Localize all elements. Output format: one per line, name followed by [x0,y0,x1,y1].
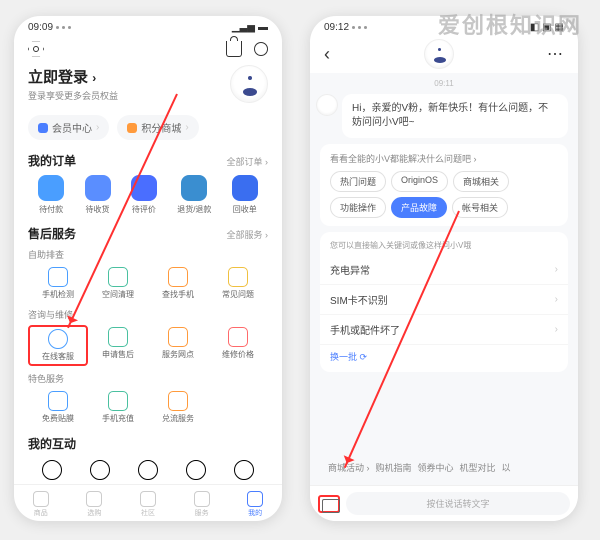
orders-more[interactable]: 全部订单 › [227,155,269,168]
login-row[interactable]: 立即登录 › 登录享受更多会员权益 [14,63,282,111]
section-title: 我的订单 [28,152,76,169]
bchip-compare[interactable]: 机型对比 [460,461,496,474]
bchip-coupon[interactable]: 领券中心 [418,461,454,474]
data-service[interactable]: 兑流服务 [148,389,208,426]
tab-service[interactable]: 服务 [194,491,210,518]
chip-hot[interactable]: 热门问题 [330,171,386,192]
order-recycle[interactable]: 回收单 [232,175,258,215]
message-icon[interactable] [254,42,268,56]
keyboard-icon[interactable] [318,495,340,513]
greeting-bubble: Hi，亲爱的V粉，新年快乐！有什么问题，不妨问问小V吧~ [342,94,568,138]
faq[interactable]: 常见问题 [208,265,268,302]
faq-card: 您可以直接输入关键词或像这样问小V哦 充电异常› SIM卡不识别› 手机或配件坏… [320,232,568,372]
repair-price[interactable]: 维修价格 [208,325,268,366]
member-center-pill[interactable]: 会员中心 › [28,115,109,140]
faq-sim[interactable]: SIM卡不识别› [320,285,568,315]
interact-icon-1[interactable] [42,460,62,480]
tab-shop[interactable]: 选购 [86,491,102,518]
phone-pair: 09:09 ▁▃▅ ▬ 立即登录 › 登录享受更多会员权益 [0,0,600,537]
bchip-more[interactable]: 以 [502,461,511,474]
tab-mine[interactable]: 我的 [247,491,263,518]
phone-detect[interactable]: 手机检测 [28,265,88,302]
faq-broken[interactable]: 手机或配件坏了› [320,315,568,345]
tab-community[interactable]: 社区 [140,491,156,518]
online-service[interactable]: 在线客服 [28,325,88,366]
settings-icon[interactable] [28,41,44,57]
avatar[interactable] [230,65,268,103]
interaction-section: 我的互动 [14,431,282,484]
order-pending-pay[interactable]: 待付款 [38,175,64,215]
faq-charging[interactable]: 充电异常› [320,255,568,285]
cart-icon[interactable] [226,41,242,57]
bottom-chip-row: 商城活动 › 购机指南 领券中心 机型对比 以 [320,456,568,479]
login-title: 立即登录 › [28,66,118,87]
orders-section: 我的订单 全部订单 › 待付款 待收货 待评价 退货/退款 回收单 [14,148,282,221]
section-title: 我的互动 [28,435,76,452]
status-bar: 09:09 ▁▃▅ ▬ [14,16,282,35]
more-icon[interactable]: ⋯ [547,44,564,64]
find-phone[interactable]: 查找手机 [148,265,208,302]
faq-refresh[interactable]: 换一批 ⟳ [320,345,568,368]
chat-body: 09:11 Hi，亲爱的V粉，新年快乐！有什么问题，不妨问问小V吧~ 看看全能的… [310,73,578,485]
interact-icon-4[interactable] [186,460,206,480]
free-film[interactable]: 免费贴膜 [28,389,88,426]
interact-icon-2[interactable] [90,460,110,480]
order-refund[interactable]: 退货/退款 [177,175,211,215]
selfcheck-subhead: 自助排查 [28,248,268,261]
status-time: 09:09 [28,22,53,33]
interact-icon-3[interactable] [138,460,158,480]
tab-goods[interactable]: 商品 [33,491,49,518]
empty-slot [208,389,268,426]
chip-function[interactable]: 功能操作 [330,197,386,218]
chip-product-fault[interactable]: 产品故障 [391,197,447,218]
diamond-icon [38,123,48,133]
chip-mall[interactable]: 商城相关 [453,171,509,192]
order-pending-receive[interactable]: 待收货 [85,175,111,215]
phone-right: 09:12 ◧ ▣ ▦ ‹ ⋯ 09:11 Hi，亲爱的V粉，新年快乐！有什么问… [310,16,578,521]
interact-icon-5[interactable] [234,460,254,480]
signal-icon: ▁▃▅ [232,22,255,33]
login-subtitle: 登录享受更多会员权益 [28,89,118,102]
section-title: 售后服务 [28,225,76,242]
special-subhead: 特色服务 [28,372,268,385]
phone-recharge[interactable]: 手机充值 [88,389,148,426]
bchip-guide[interactable]: 购机指南 [376,461,412,474]
chat-timestamp: 09:11 [320,79,568,88]
watermark: 爱创根知识网 [438,8,582,40]
chip-originos[interactable]: OriginOS [391,171,448,192]
input-bar: 按住说话转文字 [310,485,578,521]
bot-avatar[interactable] [424,39,454,69]
service-point[interactable]: 服务网点 [148,325,208,366]
chip-account[interactable]: 帐号相关 [452,197,508,218]
apply-aftersale[interactable]: 申请售后 [88,325,148,366]
back-icon[interactable]: ‹ [324,44,330,65]
battery-icon: ▬ [258,22,268,33]
phone-left: 09:09 ▁▃▅ ▬ 立即登录 › 登录享受更多会员权益 [14,16,282,521]
tab-bar: 商品 选购 社区 服务 我的 [14,484,282,521]
pill-row: 会员中心 › 积分商城 › [14,111,282,148]
voice-input[interactable]: 按住说话转文字 [346,492,570,515]
space-clean[interactable]: 空间清理 [88,265,148,302]
aftersale-section: 售后服务 全部服务 › 自助排查 手机检测 空间清理 查找手机 常见问题 咨询与… [14,221,282,431]
chat-header: ‹ ⋯ [310,35,578,73]
topics-card: 看看全能的小V都能解决什么问题吧 › 热门问题 OriginOS 商城相关 功能… [320,144,568,226]
topics-title[interactable]: 看看全能的小V都能解决什么问题吧 › [330,152,558,165]
aftersale-more[interactable]: 全部服务 › [227,228,269,241]
page-header [14,35,282,63]
coin-icon [127,123,137,133]
status-time: 09:12 [324,22,349,33]
